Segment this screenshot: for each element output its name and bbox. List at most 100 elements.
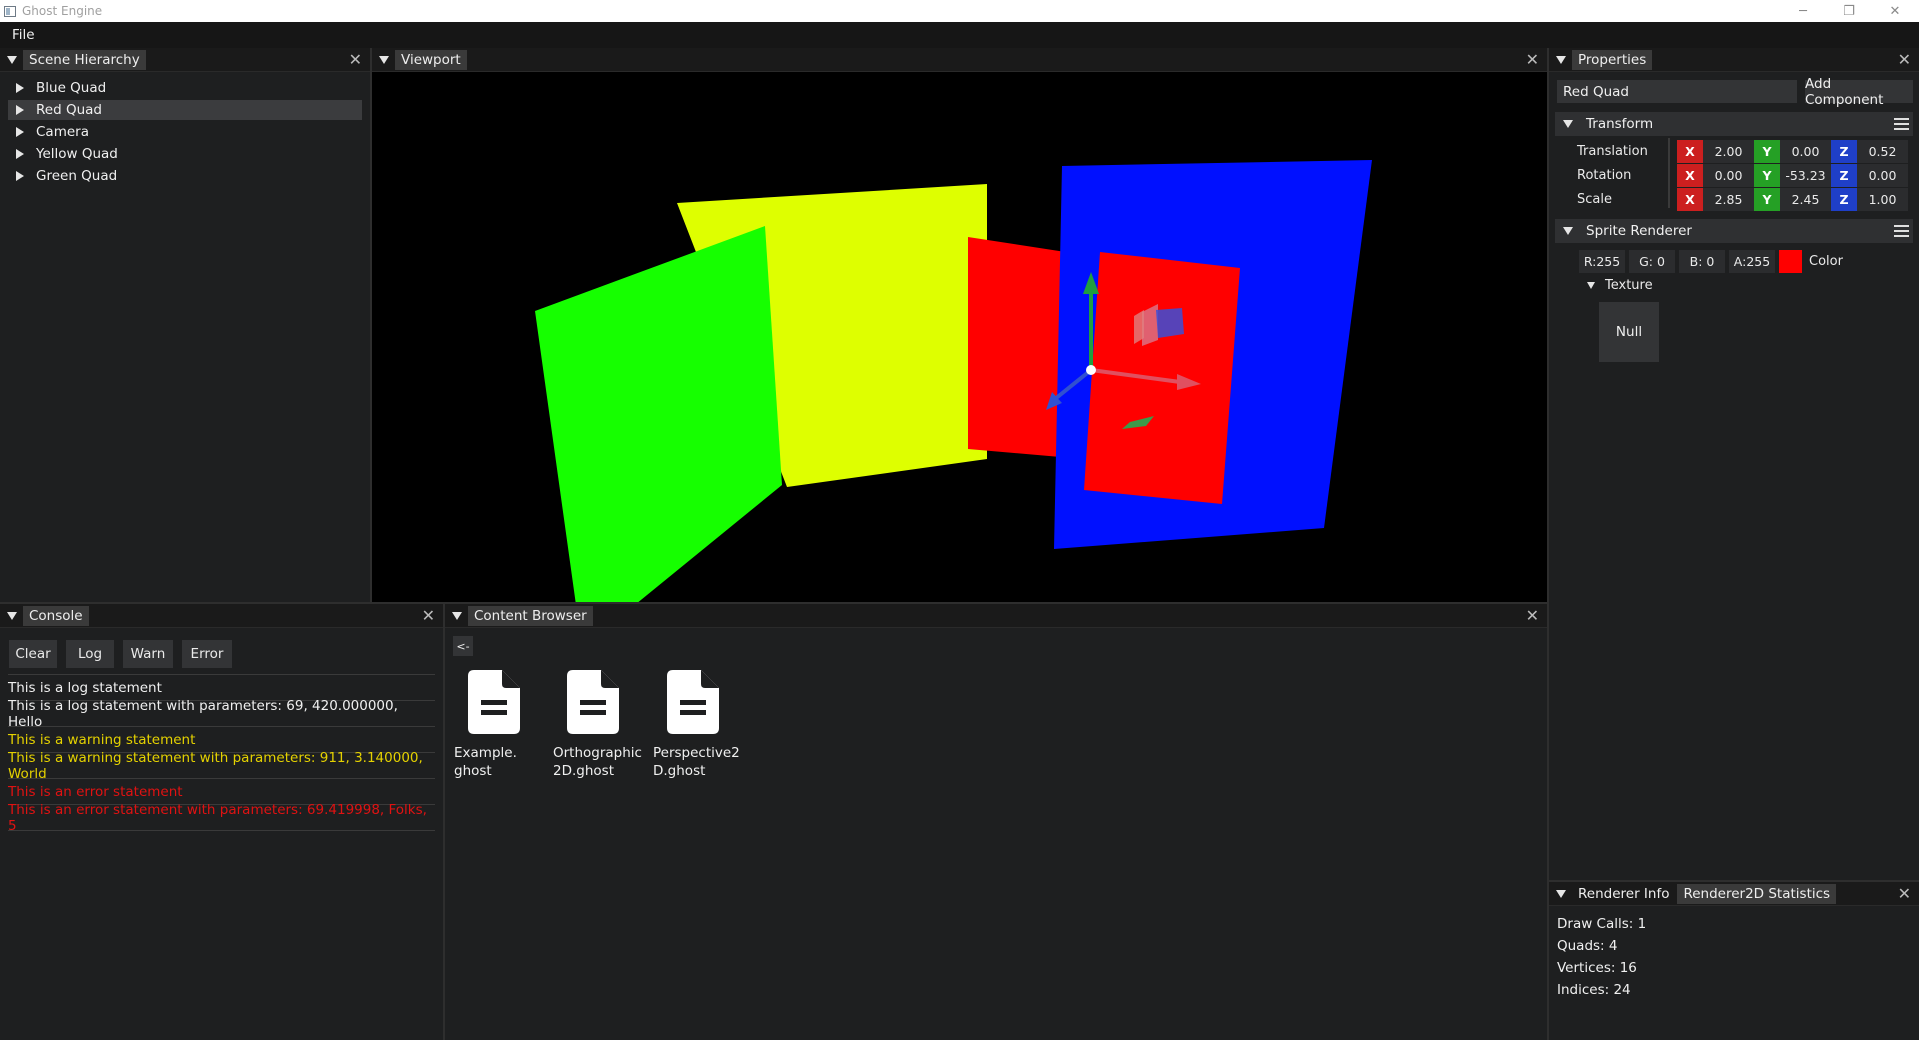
sprite-renderer-section-header[interactable]: Sprite Renderer [1555,219,1913,243]
close-icon[interactable]: ✕ [1526,51,1539,69]
tree-item-label: Red Quad [36,102,102,118]
file-name-line: D.ghost [653,763,706,779]
properties-header: Properties ✕ [1549,48,1919,72]
file-item[interactable]: Orthographic 2D.ghost [553,670,653,780]
renderer-info-panel: Renderer Info Renderer2D Statistics ✕ Dr… [1549,882,1919,1040]
expand-icon[interactable] [16,149,24,159]
scale-label: Scale [1577,192,1612,207]
translation-z-reset[interactable]: Z [1831,140,1857,163]
error-filter-button[interactable]: Error [182,640,232,668]
warn-filter-button[interactable]: Warn [123,640,173,668]
texture-slot-button[interactable]: Null [1599,302,1659,362]
tab-console[interactable]: Console [23,605,89,626]
viewport-panel: Viewport ✕ [372,48,1547,602]
component-menu-icon[interactable] [1894,118,1909,131]
expand-icon[interactable] [16,83,24,93]
window-title: Ghost Engine [22,4,103,18]
close-window-button[interactable]: ✕ [1872,0,1918,22]
expand-icon[interactable] [16,127,24,137]
translation-x-field[interactable]: 2.00 [1703,140,1754,163]
collapse-icon[interactable] [1563,120,1573,128]
add-component-button[interactable]: Add Component [1805,76,1913,108]
collapse-icon[interactable] [452,611,462,620]
close-icon[interactable]: ✕ [1898,51,1911,69]
stat-quads: Quads: 4 [1557,938,1618,954]
file-name-line: Orthographic [553,745,642,761]
translation-label: Translation [1577,144,1648,159]
minimize-button[interactable]: ─ [1780,0,1826,22]
texture-tree-node[interactable]: Texture [1587,278,1653,293]
log-filter-button[interactable]: Log [66,640,114,668]
transform-section-header[interactable]: Transform [1555,112,1913,136]
translation-y-reset[interactable]: Y [1754,140,1780,163]
scale-x-reset[interactable]: X [1677,188,1703,211]
file-icon [468,670,520,734]
tree-item-label: Green Quad [36,168,118,184]
scale-z-field[interactable]: 1.00 [1857,188,1908,211]
translation-z-field[interactable]: 0.52 [1857,140,1908,163]
color-a-field[interactable]: A:255 [1729,250,1775,273]
translation-x-reset[interactable]: X [1677,140,1703,163]
tree-item-camera[interactable]: Camera [8,122,362,142]
red-quad-back [968,237,1072,458]
collapse-icon[interactable] [1556,55,1566,64]
entity-name-input[interactable]: Red Quad [1557,80,1797,103]
tab-viewport[interactable]: Viewport [395,49,467,70]
color-swatch[interactable] [1779,250,1802,273]
collapse-icon[interactable] [1556,889,1566,898]
tab-renderer2d-statistics[interactable]: Renderer2D Statistics [1677,883,1837,904]
color-g-field[interactable]: G: 0 [1629,250,1675,273]
back-button[interactable]: <- [453,636,473,656]
file-icon [567,670,619,734]
collapse-icon[interactable] [7,611,17,620]
rotation-z-reset[interactable]: Z [1831,164,1857,187]
tree-item-blue-quad[interactable]: Blue Quad [8,78,362,98]
content-browser-header: Content Browser ✕ [445,604,1547,628]
tree-item-red-quad[interactable]: Red Quad [8,100,362,120]
renderer-info-header: Renderer Info Renderer2D Statistics ✕ [1549,882,1919,906]
collapse-icon[interactable] [1587,282,1595,289]
restore-button[interactable]: ❐ [1826,0,1872,22]
collapse-icon[interactable] [379,55,389,64]
file-name-line: ghost [454,763,492,779]
rotation-y-reset[interactable]: Y [1754,164,1780,187]
tab-content-browser[interactable]: Content Browser [468,605,593,626]
file-item[interactable]: Example. ghost [454,670,554,780]
tree-item-yellow-quad[interactable]: Yellow Quad [8,144,362,164]
translation-y-field[interactable]: 0.00 [1780,140,1831,163]
menu-file[interactable]: File [12,27,35,43]
scale-z-reset[interactable]: Z [1831,188,1857,211]
rotation-x-reset[interactable]: X [1677,164,1703,187]
viewport-canvas[interactable] [372,72,1547,602]
tree-item-label: Blue Quad [36,80,107,96]
tree-item-green-quad[interactable]: Green Quad [8,166,362,186]
file-item[interactable]: Perspective2 D.ghost [653,670,753,780]
tab-renderer-info[interactable]: Renderer Info [1572,884,1675,904]
stat-vertices: Vertices: 16 [1557,960,1637,976]
color-b-field[interactable]: B: 0 [1679,250,1725,273]
tab-scene-hierarchy[interactable]: Scene Hierarchy [23,49,146,70]
expand-icon[interactable] [16,105,24,115]
rotation-x-field[interactable]: 0.00 [1703,164,1754,187]
close-icon[interactable]: ✕ [1898,885,1911,903]
tab-properties[interactable]: Properties [1572,49,1653,70]
collapse-icon[interactable] [1563,227,1573,235]
tree-item-label: Camera [36,124,89,140]
scale-y-field[interactable]: 2.45 [1780,188,1831,211]
expand-icon[interactable] [16,171,24,181]
close-icon[interactable]: ✕ [349,51,362,69]
close-icon[interactable]: ✕ [1526,607,1539,625]
component-menu-icon[interactable] [1894,225,1909,238]
console-line: This is a warning statement with paramet… [8,750,435,782]
rotation-y-field[interactable]: -53.23 [1780,164,1831,187]
clear-button[interactable]: Clear [9,640,57,668]
close-icon[interactable]: ✕ [422,607,435,625]
scale-x-field[interactable]: 2.85 [1703,188,1754,211]
rotation-z-field[interactable]: 0.00 [1857,164,1908,187]
content-browser-panel: Content Browser ✕ <- Example. ghost Orth… [445,604,1547,1040]
collapse-icon[interactable] [7,55,17,64]
color-r-field[interactable]: R:255 [1579,250,1625,273]
scale-y-reset[interactable]: Y [1754,188,1780,211]
texture-label: Texture [1605,278,1653,293]
file-name-line: Perspective2 [653,745,740,761]
